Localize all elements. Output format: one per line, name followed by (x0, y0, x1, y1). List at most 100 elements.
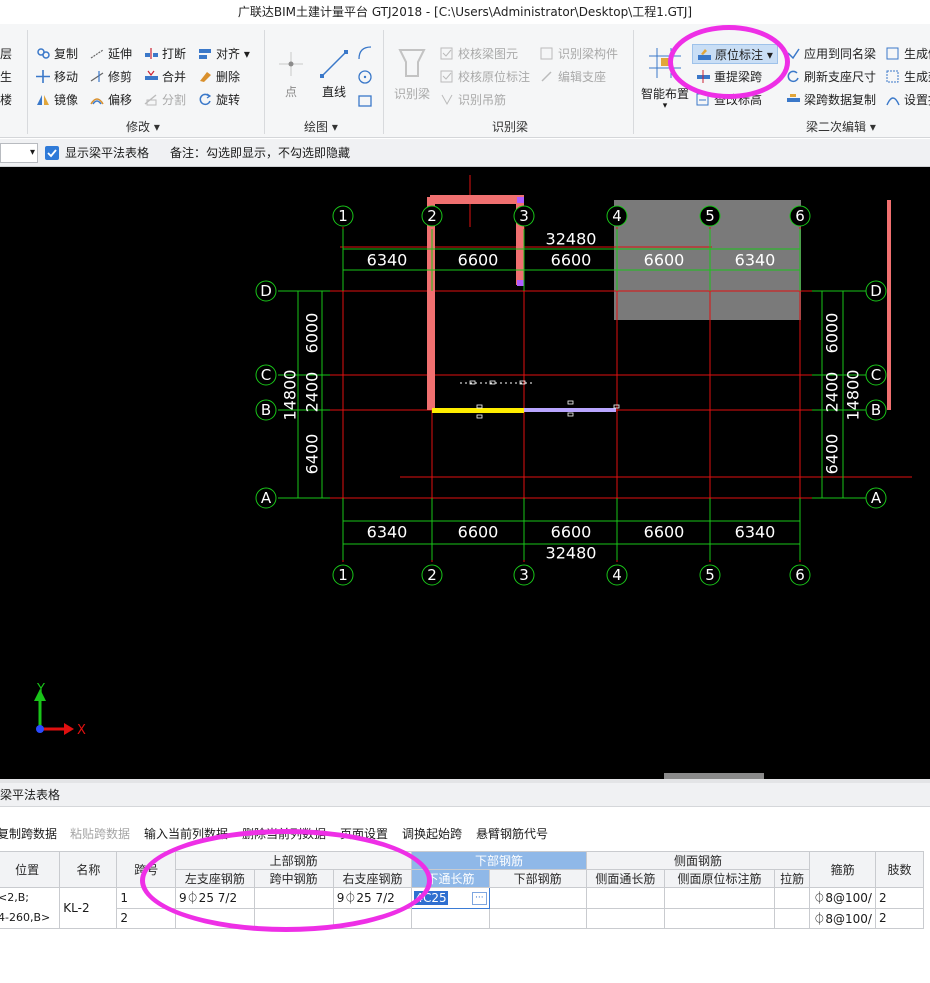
cell-legs[interactable]: 2 (874, 887, 925, 909)
check-inplace-annotation-button[interactable]: 校核原位标注 (440, 67, 530, 87)
check-icon (440, 46, 455, 60)
secondary-edit-group-label[interactable]: 梁二次编辑 ▾ (806, 118, 876, 136)
cell-stirrup[interactable]: ⏀8@100/ (809, 907, 876, 929)
highlight-ring-annotation (668, 25, 790, 99)
header-side-through: 侧面通长筋 (585, 869, 666, 888)
identify-group-label[interactable]: 识别梁 (492, 118, 528, 136)
line-button[interactable]: 直线 (318, 48, 350, 100)
axis-bubble-top-label: 4 (612, 207, 622, 225)
identify-beam-button[interactable]: 识别梁 (392, 46, 432, 102)
rect-tool-button[interactable] (356, 92, 374, 113)
ucs-origin (36, 725, 44, 733)
window-title: 广联达BIM土建计量平台 GTJ2018 - [C:\Users\Adminis… (0, 0, 930, 24)
generate-side-button[interactable]: 生成侧 (886, 44, 930, 64)
cantilever-code-tool[interactable]: 悬臂钢筋代号 (476, 823, 548, 845)
refresh-support-size-button[interactable]: 刷新支座尺寸 (786, 67, 876, 87)
point-button[interactable]: 点 (276, 48, 306, 100)
copy-span-data-tool[interactable]: 复制跨数据 (0, 823, 57, 845)
delete-button[interactable]: 删除 (198, 67, 240, 87)
extend-button[interactable]: 延伸 (90, 44, 132, 64)
refresh-icon (786, 69, 801, 83)
line-icon (320, 50, 348, 78)
floor-dropdown[interactable]: ▾ (0, 143, 38, 163)
axis-bubble-left-label: C (261, 366, 271, 384)
merge-button[interactable]: 合并 (144, 67, 186, 87)
set-arch-button[interactable]: 设置拱 (886, 90, 930, 110)
trim-button[interactable]: 修剪 (90, 67, 132, 87)
cell-name[interactable]: KL-2 (59, 887, 118, 929)
align-icon (198, 46, 213, 59)
header-position: 位置 (0, 851, 61, 888)
annotation-mark (567, 400, 574, 405)
axis-bubble-top-label: 5 (705, 207, 715, 225)
offset-button[interactable]: 偏移 (90, 90, 132, 110)
ellipsis-button[interactable]: ··· (472, 891, 487, 905)
total-x-top: 32480 (546, 230, 597, 249)
move-button[interactable]: 移动 (36, 67, 78, 87)
table-row[interactable]: <2,B; 4-260,B> KL-2 1 9⏀25 7/2 9⏀25 7/2 4… (0, 887, 925, 929)
beam-kl2-span1 (432, 408, 524, 413)
ucs-y-label: Y (36, 682, 45, 697)
axis-bubble-left-label: B (261, 401, 271, 419)
cell-side-through[interactable] (585, 907, 666, 929)
mirror-button[interactable]: 镜像 (36, 90, 78, 110)
circle-tool-button[interactable] (356, 68, 374, 89)
cell-bottom-bar[interactable] (488, 887, 587, 909)
draw-group-label[interactable]: 绘图 ▾ (304, 118, 338, 136)
component-icon (540, 46, 555, 60)
ribbon-edge-label-2[interactable]: 生 (0, 67, 12, 87)
generate-frame-button[interactable]: 生成架 (886, 67, 930, 87)
arc-tool-button[interactable] (356, 44, 374, 65)
right-dim-text: 6000 (823, 313, 842, 354)
paste-span-data-tool[interactable]: 粘贴跨数据 (70, 823, 130, 845)
cell-bottom-bar[interactable] (488, 907, 587, 929)
rotate-icon (198, 92, 213, 106)
copy-button[interactable]: 复制 (36, 44, 78, 64)
split-button[interactable]: 分割 (144, 90, 186, 110)
header-legs: 肢数 (874, 851, 925, 888)
ribbon-edge-label-3[interactable]: 楼 (0, 90, 12, 110)
ribbon-edge-label-1[interactable]: 层 (0, 44, 12, 64)
bottom-dim-text: 6340 (735, 523, 776, 542)
drawing-canvas[interactable]: 1 1 2 2 3 3 4 4 5 5 6 6 D D C C B B A A 6340 6600 6600 6600 6340… (0, 167, 930, 779)
identify-beam-component-button[interactable]: 识别梁构件 (540, 44, 618, 64)
table-row[interactable]: 2 ⏀8@100/ 2 (0, 907, 925, 929)
copy-icon (36, 46, 51, 59)
hanger-icon (440, 92, 455, 106)
edit-support-button[interactable]: 编辑支座 (540, 67, 606, 87)
identify-hanger-bar-button[interactable]: 识别吊筋 (440, 90, 506, 110)
check-beam-elements-button[interactable]: 校核梁图元 (440, 44, 518, 64)
header-side-inplace: 侧面原位标注筋 (664, 869, 775, 888)
cell-tie[interactable] (773, 887, 811, 909)
show-table-checkbox[interactable] (45, 146, 59, 160)
modify-group-label[interactable]: 修改 ▾ (126, 118, 160, 136)
header-name: 名称 (59, 851, 118, 888)
cell-side-through[interactable] (585, 887, 666, 909)
rotate-button[interactable]: 旋转 (198, 90, 240, 110)
cell-stirrup[interactable]: ⏀8@100/ (809, 887, 876, 909)
move-icon (36, 69, 51, 83)
bottom-dim-text: 6600 (644, 523, 685, 542)
offset-icon (90, 92, 105, 105)
cell-bottom-through[interactable] (411, 907, 490, 929)
axis-bubble-bottom-label: 4 (612, 566, 622, 584)
beam-kl2-span2 (524, 408, 616, 412)
align-button[interactable]: 对齐 ▾ (198, 44, 250, 64)
axis-bubble-left-label: D (260, 282, 272, 300)
cell-position[interactable]: <2,B; 4-260,B> (0, 887, 61, 929)
plan-drawing[interactable]: 112233445566D DC CB BA A6340 6600 6600 6600 6340… (0, 167, 930, 779)
cell-side-inplace[interactable] (664, 907, 775, 929)
bottom-dim-text: 6600 (551, 523, 592, 542)
header-tie: 拉筋 (773, 869, 811, 888)
swap-start-span-tool[interactable]: 调换起始跨 (402, 823, 462, 845)
cell-span[interactable]: 2 (116, 907, 177, 929)
split-icon (144, 92, 159, 106)
axis-bubble-bottom-label: 1 (338, 566, 348, 584)
break-button[interactable]: 打断 (144, 44, 186, 64)
copy-span-data-button[interactable]: 梁跨数据复制 (786, 90, 876, 110)
cell-legs[interactable]: 2 (874, 907, 925, 929)
apply-to-same-name-beam-button[interactable]: 应用到同名梁 (786, 44, 876, 64)
cell-tie[interactable] (773, 907, 811, 929)
cell-side-inplace[interactable] (664, 887, 775, 909)
axis-bubble-bottom-label: 2 (427, 566, 437, 584)
